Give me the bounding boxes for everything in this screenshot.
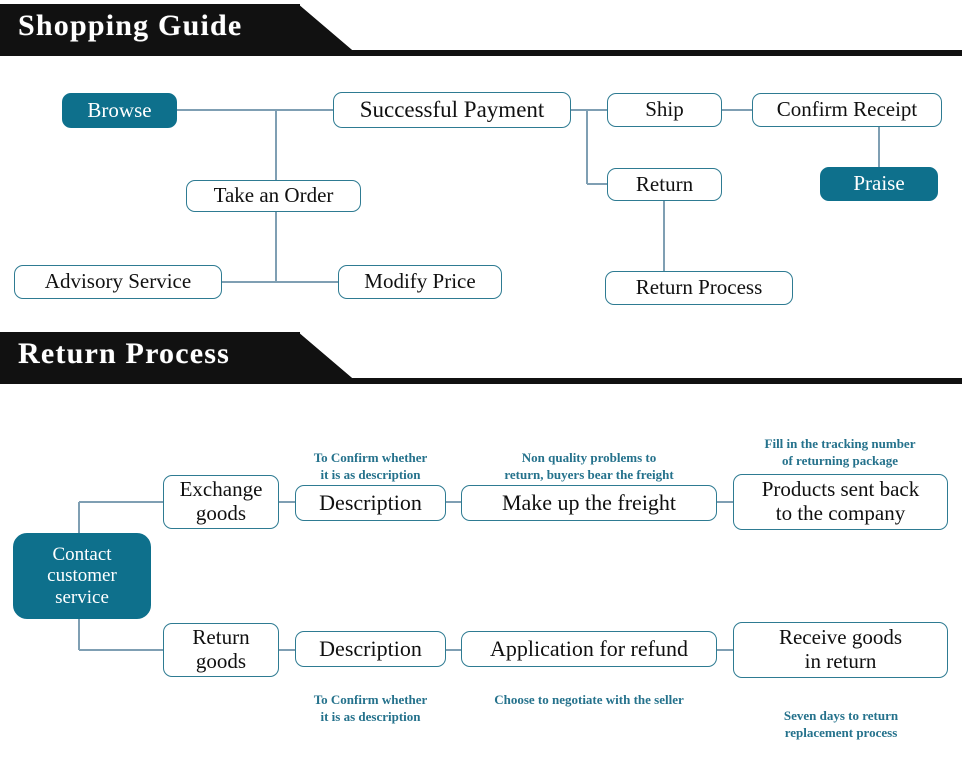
node-successful-payment[interactable]: Successful Payment <box>333 92 571 128</box>
node-description-return[interactable]: Description <box>295 631 446 667</box>
node-receive-goods-in-return-label: Receive goods in return <box>778 625 903 673</box>
node-receive-goods-in-return[interactable]: Receive goods in return <box>733 622 948 678</box>
caption-application-refund: Choose to negotiate with the seller <box>458 676 720 709</box>
node-make-up-the-freight-label: Make up the freight <box>501 489 677 515</box>
node-browse-label: Browse <box>87 97 152 122</box>
node-take-an-order[interactable]: Take an Order <box>186 180 361 212</box>
node-return-process-label: Return Process <box>635 275 763 300</box>
caption-text: Non quality problems to return, buyers b… <box>504 450 674 482</box>
node-products-sent-back[interactable]: Products sent back to the company <box>733 474 948 530</box>
node-praise-label: Praise <box>853 171 905 196</box>
node-modify-price-label: Modify Price <box>364 269 476 294</box>
section-header-return-process: Return Process <box>0 328 962 384</box>
caption-make-up-freight: Non quality problems to return, buyers b… <box>466 434 712 483</box>
node-exchange-goods[interactable]: Exchange goods <box>163 475 279 529</box>
node-confirm-receipt[interactable]: Confirm Receipt <box>752 93 942 127</box>
node-application-for-refund[interactable]: Application for refund <box>461 631 717 667</box>
node-contact-customer-service-label: Contact customer service <box>47 544 117 608</box>
node-description-exchange[interactable]: Description <box>295 485 446 521</box>
node-successful-payment-label: Successful Payment <box>359 97 545 123</box>
section-title: Shopping Guide <box>18 9 243 42</box>
caption-receive-goods: Seven days to return replacement process <box>740 692 942 741</box>
node-contact-customer-service[interactable]: Contact customer service <box>13 533 151 619</box>
node-advisory-service-label: Advisory Service <box>44 269 192 294</box>
node-ship[interactable]: Ship <box>607 93 722 127</box>
node-praise[interactable]: Praise <box>820 167 938 201</box>
caption-text: Choose to negotiate with the seller <box>494 692 684 708</box>
node-return[interactable]: Return <box>607 168 722 201</box>
caption-text: Seven days to return replacement process <box>783 708 899 740</box>
caption-text: To Confirm whether it is as description <box>313 450 428 482</box>
node-application-for-refund-label: Application for refund <box>490 635 688 661</box>
caption-exchange-description: To Confirm whether it is as description <box>284 434 457 483</box>
flowchart-shopping-guide: Browse Successful Payment Ship Confirm R… <box>0 56 962 326</box>
node-make-up-the-freight[interactable]: Make up the freight <box>461 485 717 521</box>
shopping-guide-infographic: Shopping Guide Browse Successful Payment… <box>0 0 962 758</box>
node-ship-label: Ship <box>645 97 684 122</box>
node-exchange-goods-label: Exchange goods <box>179 477 263 525</box>
node-return-process[interactable]: Return Process <box>605 271 793 305</box>
flowchart-return-process: Contact customer service Exchange goods … <box>0 384 962 758</box>
node-confirm-receipt-label: Confirm Receipt <box>776 97 918 122</box>
caption-return-description: To Confirm whether it is as description <box>284 676 457 725</box>
node-return-goods[interactable]: Return goods <box>163 623 279 677</box>
caption-text: To Confirm whether it is as description <box>313 692 428 724</box>
node-modify-price[interactable]: Modify Price <box>338 265 502 299</box>
node-return-label: Return <box>635 171 694 196</box>
node-advisory-service[interactable]: Advisory Service <box>14 265 222 299</box>
node-description-return-label: Description <box>319 635 422 661</box>
node-description-exchange-label: Description <box>319 489 422 515</box>
caption-products-sent-back: Fill in the tracking number of returning… <box>735 420 945 469</box>
section-title: Return Process <box>18 337 231 370</box>
section-header-shopping-guide: Shopping Guide <box>0 0 962 56</box>
node-take-an-order-label: Take an Order <box>213 183 334 208</box>
node-products-sent-back-label: Products sent back to the company <box>761 477 920 525</box>
node-browse[interactable]: Browse <box>62 93 177 128</box>
node-return-goods-label: Return goods <box>192 625 250 673</box>
caption-text: Fill in the tracking number of returning… <box>764 436 916 468</box>
